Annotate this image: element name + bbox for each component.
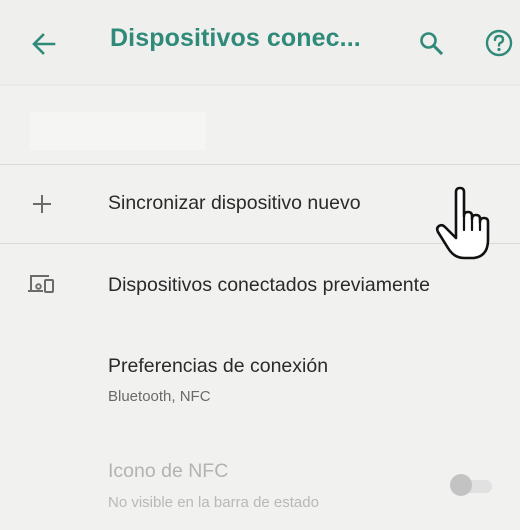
help-circle-icon bbox=[485, 29, 513, 57]
hand-pointer-icon bbox=[435, 186, 490, 260]
search-button[interactable] bbox=[412, 24, 450, 62]
toggle-thumb bbox=[450, 474, 472, 496]
connection-preferences-label: Preferencias de conexión bbox=[108, 355, 329, 377]
nfc-icon-item[interactable]: Icono de NFC No visible en la barra de e… bbox=[0, 444, 520, 530]
page-title: Dispositivos conec... bbox=[110, 24, 361, 52]
help-button[interactable] bbox=[478, 22, 520, 64]
pair-new-device-label: Sincronizar dispositivo nuevo bbox=[108, 192, 361, 214]
devices-icon bbox=[22, 264, 62, 304]
nfc-icon-summary: No visible en la barra de estado bbox=[108, 494, 319, 511]
empty-placeholder bbox=[30, 112, 206, 150]
previously-connected-label: Dispositivos conectados previamente bbox=[108, 274, 430, 296]
nfc-icon-label: Icono de NFC bbox=[108, 460, 229, 482]
settings-screen: Dispositivos conec... Sincronizar dispos… bbox=[0, 0, 520, 530]
connection-preferences-item[interactable]: Preferencias de conexión Bluetooth, NFC bbox=[0, 338, 520, 428]
app-bar: Dispositivos conec... bbox=[0, 0, 520, 84]
search-icon bbox=[420, 32, 444, 56]
back-button[interactable] bbox=[22, 22, 66, 66]
plus-icon bbox=[22, 184, 62, 224]
nfc-icon-toggle[interactable] bbox=[448, 473, 498, 499]
connection-preferences-summary: Bluetooth, NFC bbox=[108, 388, 211, 405]
arrow-left-icon bbox=[32, 33, 56, 55]
